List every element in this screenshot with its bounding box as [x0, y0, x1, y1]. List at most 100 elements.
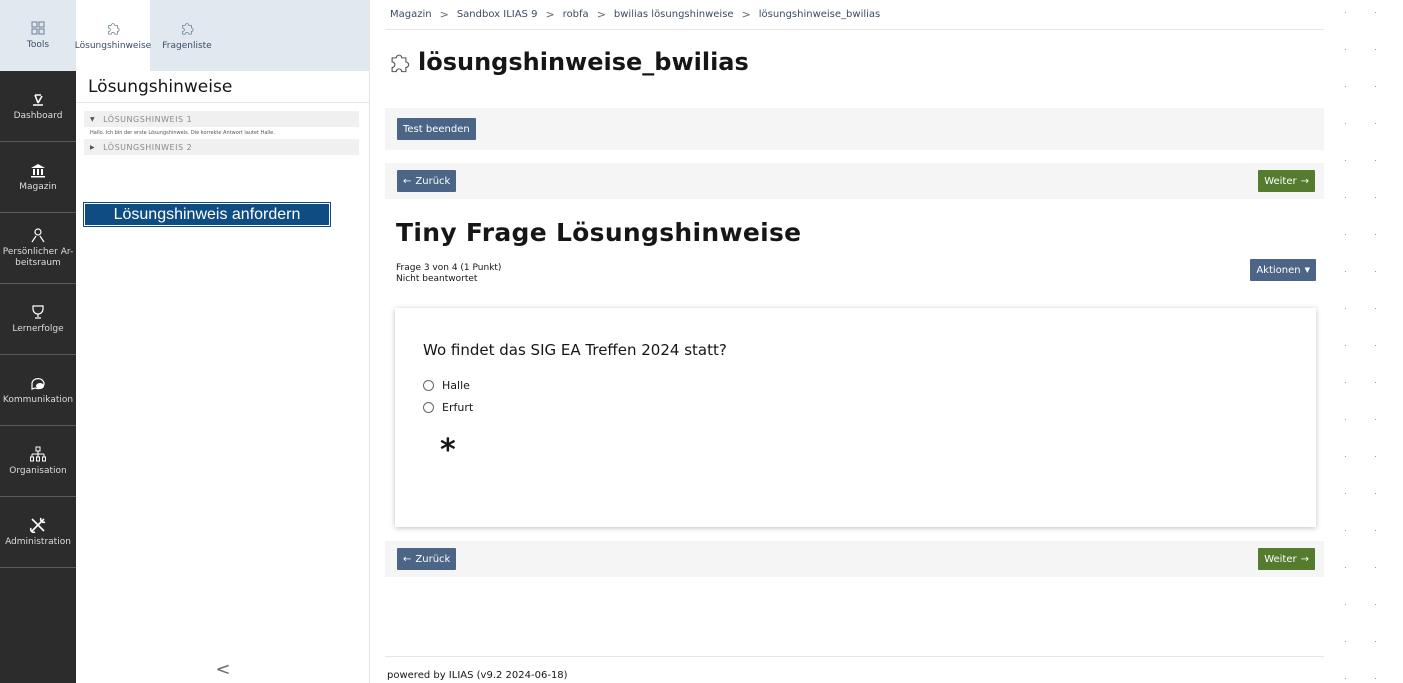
dot [1375, 604, 1376, 605]
person-icon [31, 228, 45, 243]
mainbar-item-dashboard[interactable]: Dashboard [0, 71, 76, 142]
dot [1345, 271, 1346, 272]
dot [1345, 604, 1346, 605]
breadcrumb-item[interactable]: lösungshinweise_bwilias [759, 9, 880, 20]
asterisk-marker: * [440, 433, 456, 468]
question-text: Wo findet das SIG EA Treffen 2024 statt? [423, 341, 727, 359]
mainbar-item-workspace[interactable]: Persönlicher Ar-beitsraum [0, 213, 76, 284]
page-title-text: lösungshinweise_bwilias [418, 48, 749, 76]
page-title: lösungshinweise_bwilias [385, 48, 1324, 76]
background-dots [1333, 0, 1403, 683]
mainbar-item-magazin[interactable]: Magazin [0, 142, 76, 213]
dot [1375, 234, 1376, 235]
breadcrumb-item[interactable]: Magazin [390, 9, 432, 20]
back-button[interactable]: ← Zurück [397, 548, 457, 570]
dot [1375, 197, 1376, 198]
chevron-right-icon: > [741, 8, 751, 21]
hint-toggle-2[interactable]: ▶ LÖSUNGSHINWEIS 2 [84, 139, 359, 155]
mainbar-item-tools[interactable]: Tools [0, 0, 76, 71]
mainbar-label: Persönlicher Ar-beitsraum [2, 247, 74, 268]
dot [1375, 493, 1376, 494]
dashboard-icon [33, 93, 43, 106]
dot [1375, 530, 1376, 531]
dot [1375, 382, 1376, 383]
mainbar-label: Dashboard [13, 110, 63, 121]
question-title: Tiny Frage Lösungshinweise [396, 218, 802, 247]
mainbar-item-kommunikation[interactable]: Kommunikation [0, 355, 76, 426]
tab-label: Fragenliste [162, 40, 212, 51]
question-nav-top: ← Zurück Weiter → [385, 163, 1324, 199]
dot [1345, 456, 1346, 457]
arrow-left-icon: ← [403, 175, 412, 187]
caret-right-icon: ▶ [90, 143, 96, 151]
dot [1375, 308, 1376, 309]
dot [1375, 271, 1376, 272]
dot [1345, 493, 1346, 494]
answer-option-halle[interactable]: Halle [423, 379, 470, 392]
trophy-icon [32, 304, 44, 319]
breadcrumb-item[interactable]: robfa [563, 9, 589, 20]
chevron-right-icon: > [439, 8, 449, 21]
hint-toggle-1[interactable]: ▼ LÖSUNGSHINWEIS 1 [84, 111, 359, 127]
dot [1375, 419, 1376, 420]
dot [1345, 641, 1346, 642]
dot [1375, 345, 1376, 346]
dot [1345, 12, 1346, 13]
answer-label: Halle [442, 379, 470, 392]
mainbar-label: Lernerfolge [12, 323, 64, 334]
chat-icon [31, 377, 45, 390]
footer: powered by ILIAS (v9.2 2024-06-18) [385, 656, 1324, 681]
puzzle-icon [391, 54, 410, 73]
next-label: Weiter [1264, 175, 1297, 187]
mainbar: Tools Dashboard Magazin Persönlicher Ar-… [0, 0, 76, 683]
back-button[interactable]: ← Zurück [397, 170, 457, 192]
dot [1375, 456, 1376, 457]
dot [1375, 641, 1376, 642]
answer-option-erfurt[interactable]: Erfurt [423, 401, 473, 414]
arrow-left-icon: ← [403, 553, 412, 565]
next-button[interactable]: Weiter → [1258, 548, 1315, 570]
tab-loesungshinweise[interactable]: Lösungshinweise [75, 0, 151, 71]
slate-title: Lösungshinweise [76, 71, 369, 103]
dot [1375, 86, 1376, 87]
actions-dropdown[interactable]: Aktionen ▼ [1250, 259, 1316, 281]
mainbar-item-organisation[interactable]: Organisation [0, 426, 76, 497]
breadcrumb-item[interactable]: bwilias lösungshinweise [614, 9, 734, 20]
breadcrumb: Magazin > Sandbox ILIAS 9 > robfa > bwil… [385, 0, 1324, 30]
breadcrumb-item[interactable]: Sandbox ILIAS 9 [457, 9, 538, 20]
test-toolbar: Test beenden [385, 108, 1324, 150]
slate-tabs: Lösungshinweise Fragenliste [75, 0, 369, 71]
tools-slate: Lösungshinweise Fragenliste Lösungshinwe… [75, 0, 370, 683]
mainbar-label: Tools [26, 40, 50, 51]
dot [1375, 49, 1376, 50]
tab-fragenliste[interactable]: Fragenliste [150, 0, 224, 71]
dot [1345, 530, 1346, 531]
mainbar-label: Magazin [19, 181, 57, 192]
request-hint-button[interactable]: Lösungshinweis anfordern [83, 202, 331, 227]
mainbar-label: Kommunikation [2, 394, 74, 405]
radio-button[interactable] [423, 402, 434, 413]
org-icon [30, 446, 46, 462]
next-button[interactable]: Weiter → [1258, 170, 1315, 192]
tools-icon [30, 517, 46, 533]
dot [1345, 382, 1346, 383]
dot [1375, 678, 1376, 679]
mainbar-item-administration[interactable]: Administration [0, 497, 76, 568]
dot [1375, 160, 1376, 161]
next-label: Weiter [1264, 553, 1297, 565]
collapse-slate-button[interactable]: < [76, 655, 370, 683]
answer-label: Erfurt [442, 401, 474, 414]
chevron-left-icon: < [215, 658, 231, 680]
chevron-right-icon: > [596, 8, 606, 21]
question-card: Wo findet das SIG EA Treffen 2024 statt?… [395, 308, 1316, 527]
dot [1345, 345, 1346, 346]
arrow-right-icon: → [1300, 553, 1309, 565]
hint-content-1: Hallo. Ich bin der erste Lösungshinweis.… [90, 130, 275, 136]
mainbar-item-lernerfolge[interactable]: Lernerfolge [0, 284, 76, 355]
radio-button[interactable] [423, 380, 434, 391]
end-test-button[interactable]: Test beenden [397, 118, 476, 140]
dot [1345, 567, 1346, 568]
question-status: Nicht beantwortet [396, 274, 478, 285]
dot [1345, 49, 1346, 50]
bank-icon [31, 163, 45, 178]
